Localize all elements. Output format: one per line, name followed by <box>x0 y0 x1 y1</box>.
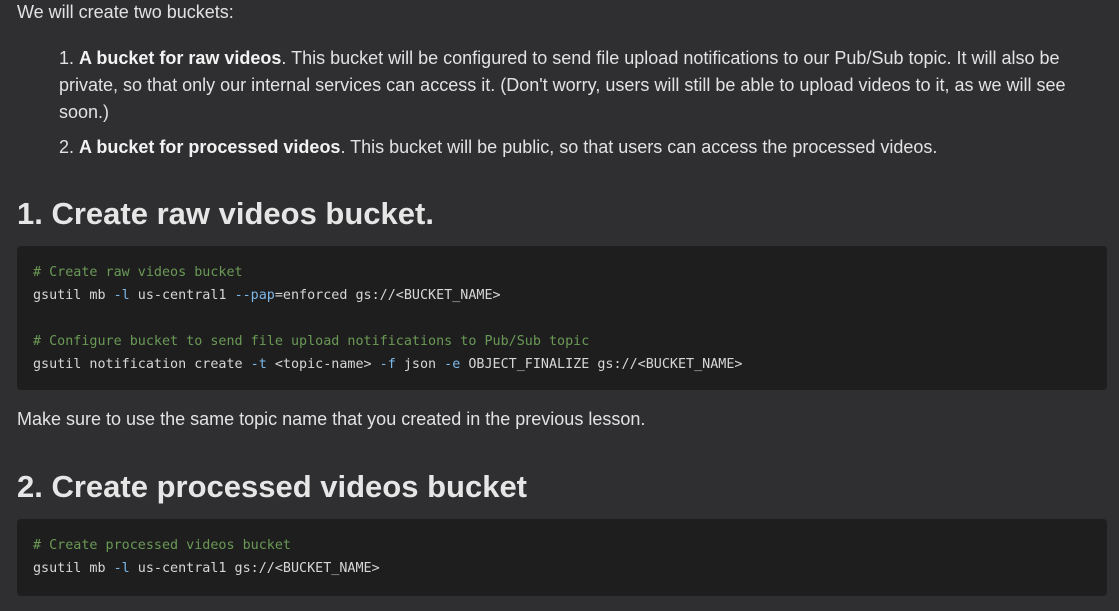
code-comment: # Create processed videos bucket <box>33 538 291 553</box>
list-item-bold: A bucket for raw videos <box>79 48 282 68</box>
list-number: 2. <box>59 137 75 157</box>
list-item: 2. A bucket for processed videos. This b… <box>59 134 1099 161</box>
code-line: # Configure bucket to send file upload n… <box>33 330 1091 353</box>
list-item-text: . This bucket will be public, so that us… <box>340 137 938 157</box>
bucket-list: 1. A bucket for raw videos . This bucket … <box>59 45 1099 161</box>
section-heading-raw: 1. Create raw videos bucket. <box>17 196 434 231</box>
code-text: =enforced gs://<BUCKET_NAME> <box>274 288 501 303</box>
code-line: # Create processed videos bucket <box>33 534 1091 557</box>
code-comment: # Configure bucket to send file upload n… <box>33 334 590 349</box>
code-text: gsutil mb <box>33 288 114 303</box>
code-block-processed[interactable]: # Create processed videos bucket gsutil … <box>17 519 1107 596</box>
code-comment: # Create raw videos bucket <box>33 265 243 280</box>
code-text: us-central1 <box>129 288 235 303</box>
code-flag: -t <box>250 357 267 372</box>
code-text: gsutil mb <box>33 561 114 576</box>
list-item: 1. A bucket for raw videos. This bucket … <box>59 45 1099 126</box>
code-text: <topic-name> <box>266 357 380 372</box>
code-line: gsutil mb -l us-central1 gs://<BUCKET_NA… <box>33 557 1091 580</box>
code-flag: --pap <box>234 288 275 303</box>
code-line: gsutil notification create -t <topic-nam… <box>33 353 1091 376</box>
intro-text: We will create two buckets: <box>17 2 234 22</box>
code-flag: -l <box>113 288 130 303</box>
code-text: json <box>395 357 445 372</box>
list-number: 1. <box>59 48 75 68</box>
code-text: OBJECT_FINALIZE gs://<BUCKET_NAME> <box>460 357 743 372</box>
code-flag: -f <box>379 357 396 372</box>
code-flag: -e <box>444 357 461 372</box>
code-text: us-central1 gs://<BUCKET_NAME> <box>129 561 380 576</box>
code-line: # Create raw videos bucket <box>33 261 1091 284</box>
code-flag: -l <box>113 561 130 576</box>
section-heading-processed: 2. Create processed videos bucket <box>17 469 528 504</box>
note-text: Make sure to use the same topic name tha… <box>17 409 646 429</box>
list-item-bold: A bucket for processed videos <box>79 137 341 157</box>
code-line: gsutil mb -l us-central1 --pap=enforced … <box>33 284 1091 307</box>
code-text: gsutil notification create <box>33 357 251 372</box>
code-block-raw[interactable]: # Create raw videos bucket gsutil mb -l … <box>17 246 1107 390</box>
